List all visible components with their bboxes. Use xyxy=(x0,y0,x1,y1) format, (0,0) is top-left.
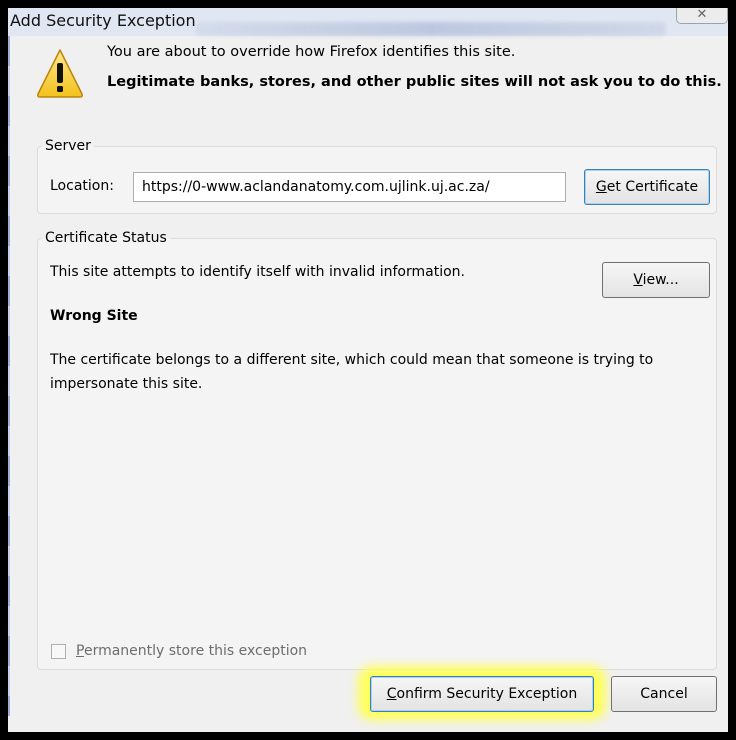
view-certificate-button[interactable]: View... xyxy=(602,262,710,298)
title-bar: Add Security Exception ✕ xyxy=(8,8,728,36)
permanent-store-label: Permanently store this exception xyxy=(76,643,308,659)
certificate-status-legend: Certificate Status xyxy=(45,230,167,246)
location-label: Location: xyxy=(50,178,114,194)
get-certificate-button[interactable]: Get Certificate xyxy=(584,169,710,205)
close-icon: ✕ xyxy=(696,8,708,22)
window-left-edge xyxy=(8,36,10,716)
permanent-store-checkbox[interactable] xyxy=(51,644,66,659)
background-window-text xyxy=(196,22,666,36)
server-legend: Server xyxy=(45,138,91,154)
cancel-button[interactable]: Cancel xyxy=(611,676,717,712)
location-input[interactable] xyxy=(133,172,566,202)
override-warning-text: You are about to override how Firefox id… xyxy=(107,44,516,60)
legitimate-sites-warning: Legitimate banks, stores, and other publ… xyxy=(107,74,722,90)
confirm-security-exception-button[interactable]: Confirm Security Exception xyxy=(370,676,594,712)
problem-description-line1: The certificate belongs to a different s… xyxy=(50,352,654,368)
add-security-exception-dialog: Add Security Exception ✕ You are about t… xyxy=(8,8,728,732)
warning-icon xyxy=(37,49,83,98)
problem-title: Wrong Site xyxy=(50,308,138,324)
close-button[interactable]: ✕ xyxy=(676,8,728,24)
server-group: Server Location: Get Certificate xyxy=(37,138,717,214)
window-title: Add Security Exception xyxy=(10,11,196,30)
certificate-status-group: Certificate Status This site attempts to… xyxy=(37,230,717,670)
problem-description-line2: impersonate this site. xyxy=(50,376,203,392)
status-summary: This site attempts to identify itself wi… xyxy=(50,264,465,280)
